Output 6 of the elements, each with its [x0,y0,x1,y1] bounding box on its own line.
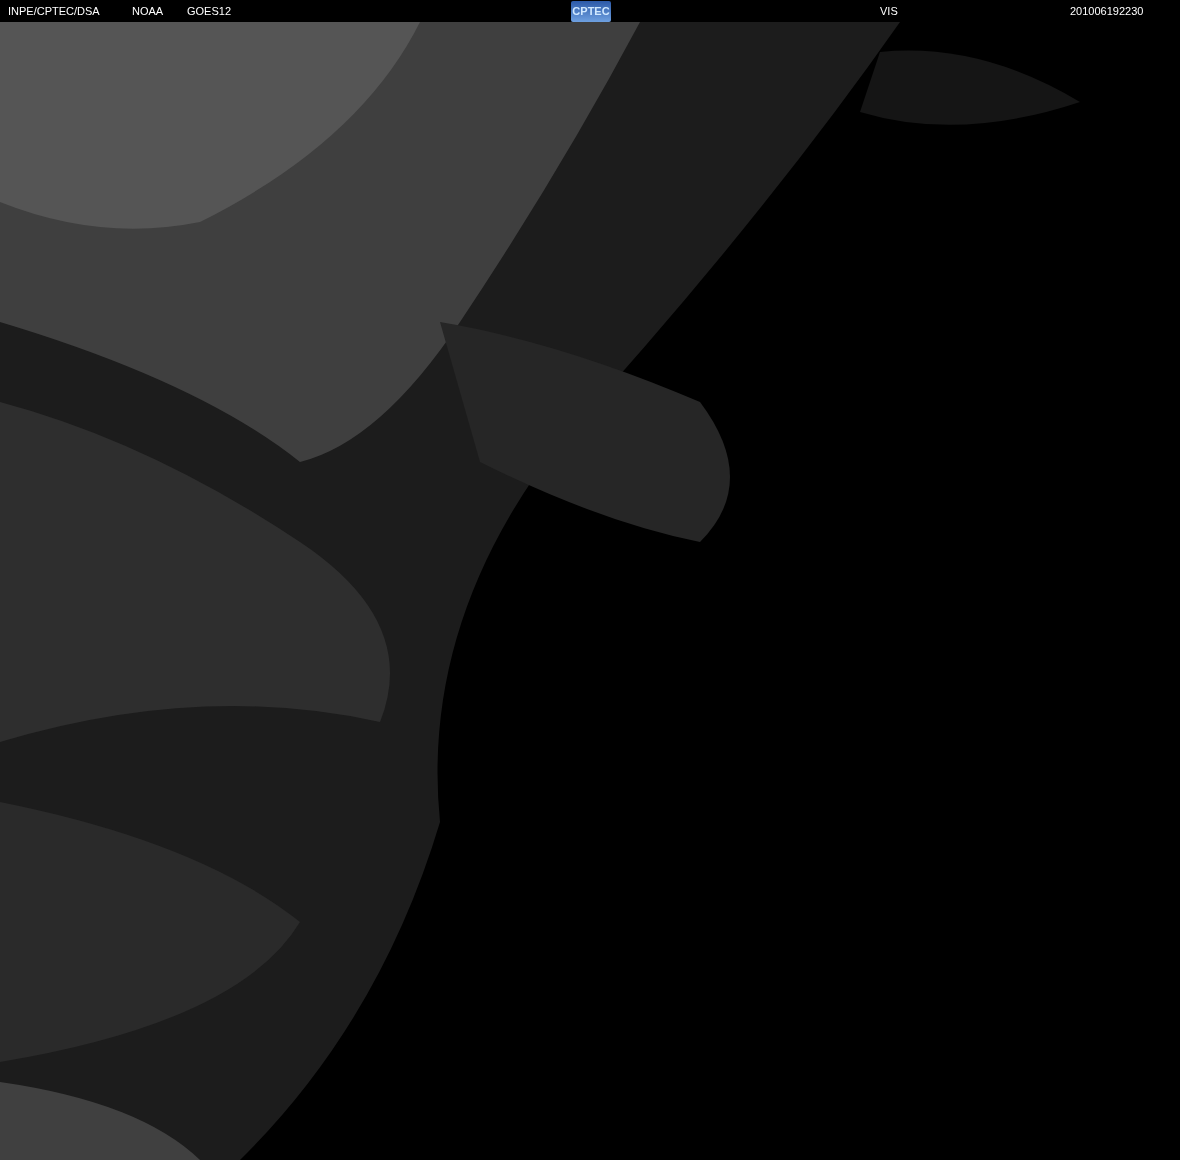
logo: CPTEC [571,0,611,22]
channel-label: VIS [880,5,898,17]
header-label: INPE/CPTEC/DSA [8,5,100,17]
header-label: GOES12 [187,5,232,17]
timestamp: 201006192230 [1070,5,1144,17]
header-label: NOAA [132,5,164,17]
